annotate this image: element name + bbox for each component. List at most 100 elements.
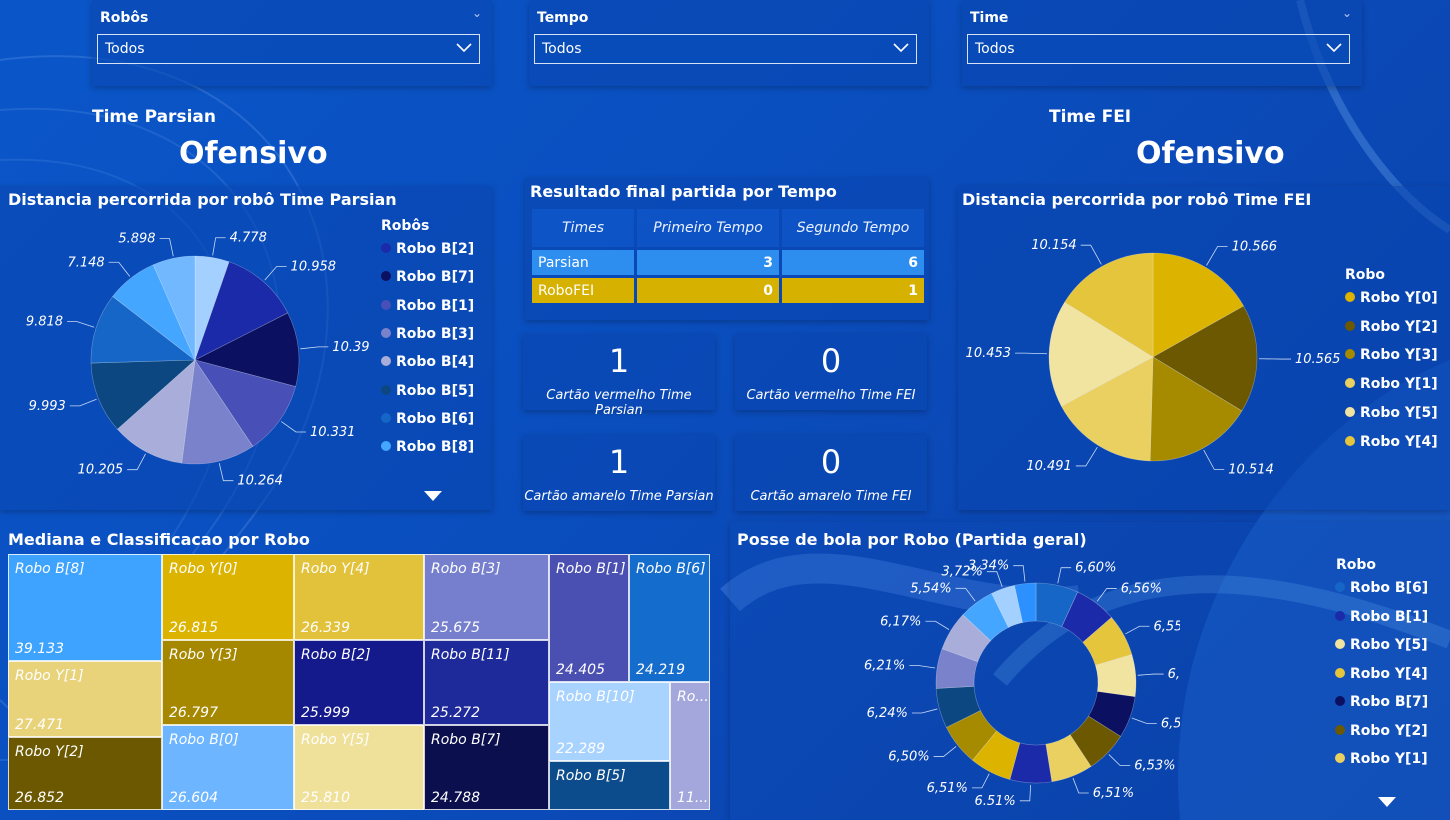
- treemap-tile[interactable]: Robo B[7] 24.788: [424, 725, 549, 810]
- tile-value: 39.133: [15, 641, 64, 657]
- data-label: 6,17%: [880, 614, 921, 629]
- result-second: 6: [782, 250, 924, 275]
- dropdown-value: Todos: [975, 41, 1015, 57]
- card-caption: Cartão amarelo Time FEI: [750, 489, 912, 504]
- legend-item[interactable]: Robo Y[2]: [1345, 319, 1438, 335]
- legend-item[interactable]: Robo B[7]: [1335, 694, 1428, 710]
- card-value: 1: [608, 443, 630, 481]
- legend-item[interactable]: Robo B[7]: [381, 269, 474, 285]
- parsian-legend-title: Robôs: [381, 218, 430, 234]
- treemap-tile[interactable]: Robo B[3] 25.675: [424, 554, 549, 640]
- legend-item[interactable]: Robo Y[1]: [1345, 376, 1438, 392]
- treemap-tile[interactable]: Robo B[1] 24.405: [549, 554, 629, 682]
- results-title: Resultado final partida por Tempo: [530, 182, 837, 201]
- legend-dot-icon: [1345, 378, 1355, 389]
- legend-item[interactable]: Robo Y[0]: [1345, 290, 1438, 306]
- treemap-tile[interactable]: Robo B[6] 24.219: [629, 554, 710, 682]
- data-label: 6,51%: [1093, 786, 1134, 801]
- legend-label: Robo B[6]: [1350, 580, 1429, 596]
- result-team: Parsian: [532, 250, 634, 275]
- legend-dot-icon: [1335, 667, 1345, 678]
- data-label: 3,34%: [968, 559, 1009, 574]
- treemap-tile[interactable]: Robo B[5]: [549, 761, 670, 810]
- legend-item[interactable]: Robo Y[5]: [1345, 405, 1438, 421]
- data-label: 6,55%: [1168, 667, 1180, 682]
- data-label: 6,56%: [1121, 582, 1162, 597]
- card-yellow-parsian: 1 Cartão amarelo Time Parsian: [523, 435, 715, 511]
- fei-distance-pie-chart: 10.566 10.565 10.514 10.491 10.453 10.154: [966, 238, 1340, 477]
- legend-item[interactable]: Robo Y[1]: [1335, 751, 1428, 767]
- dropdown-value: Todos: [542, 41, 582, 57]
- legend-item[interactable]: Robo B[1]: [1335, 609, 1428, 625]
- legend-item[interactable]: Robo B[2]: [381, 241, 474, 257]
- result-team: RoboFEI: [532, 278, 634, 303]
- treemap-tile[interactable]: Robo Y[4] 26.339: [294, 554, 424, 640]
- robos-dropdown[interactable]: Todos: [97, 34, 480, 64]
- caret-down-icon[interactable]: [1378, 797, 1396, 807]
- tile-name: Robo B[0]: [169, 732, 239, 748]
- legend-item[interactable]: Robo Y[4]: [1335, 666, 1428, 682]
- legend-label: Robo B[6]: [396, 410, 475, 427]
- data-label: 10.565: [1295, 352, 1340, 367]
- legend-label: Robo Y[1]: [1360, 376, 1438, 393]
- treemap-tile[interactable]: Robo B[8] 39.133: [8, 554, 162, 661]
- legend-item[interactable]: Robo B[4]: [381, 354, 474, 370]
- treemap-tile[interactable]: Robo B[11] 25.272: [424, 640, 549, 725]
- legend-item[interactable]: Robo B[6]: [381, 411, 474, 427]
- treemap-tile[interactable]: Robo Y[2] 26.852: [8, 737, 162, 810]
- legend-label: Robo Y[4]: [1350, 665, 1428, 682]
- treemap-tile[interactable]: Robo B[2] 25.999: [294, 640, 424, 725]
- leader-line: [1013, 565, 1026, 582]
- treemap-tile[interactable]: Ro... 11...: [670, 682, 710, 810]
- treemap-tile[interactable]: Robo Y[0] 26.815: [162, 554, 294, 640]
- legend-item[interactable]: Robo Y[5]: [1335, 637, 1428, 653]
- time-dropdown[interactable]: Todos: [967, 34, 1350, 64]
- legend-dot-icon: [1335, 724, 1345, 735]
- legend-dot-icon: [1335, 696, 1345, 706]
- chevron-down-icon[interactable]: ⌄: [472, 6, 482, 20]
- legend-item[interactable]: Robo B[8]: [381, 439, 474, 455]
- caret-down-icon[interactable]: [424, 491, 442, 501]
- legend-item[interactable]: Robo Y[2]: [1335, 723, 1428, 739]
- slicer-title: Time: [970, 10, 1009, 26]
- chevron-down-icon[interactable]: ⌄: [1342, 6, 1352, 20]
- treemap-tile[interactable]: Robo Y[3] 26.797: [162, 640, 294, 725]
- leader-line: [1203, 449, 1225, 470]
- tile-value: 25.810: [301, 790, 350, 806]
- tempo-dropdown[interactable]: Todos: [534, 34, 917, 64]
- legend-dot-icon: [1345, 292, 1355, 302]
- header-segundo: Segundo Tempo: [782, 209, 924, 247]
- legend-label: Robo B[4]: [396, 354, 475, 371]
- treemap-tile[interactable]: Robo B[10] 22.289: [549, 682, 670, 761]
- posse-de-bola-donut-chart: 6,60%6,56%6,55%6,55%6,55%6,53%6,51%6,51%…: [864, 559, 1180, 805]
- legend-item[interactable]: Robo Y[3]: [1345, 347, 1438, 363]
- results-row-robofei: RoboFEI 0 1: [532, 278, 924, 303]
- legend-item[interactable]: Robo B[5]: [381, 383, 474, 399]
- legend-label: Robo Y[4]: [1360, 433, 1438, 450]
- left-team-name: Time Parsian: [92, 107, 216, 127]
- tile-name: Robo B[7]: [431, 732, 501, 748]
- treemap-tile[interactable]: Robo Y[1] 27.471: [8, 661, 162, 737]
- legend-label: Robo B[8]: [396, 439, 475, 456]
- data-label: 5,54%: [910, 581, 951, 596]
- legend-label: Robo Y[3]: [1360, 347, 1438, 364]
- tile-value: 25.999: [301, 705, 350, 721]
- legend-item[interactable]: Robo B[1]: [381, 298, 474, 314]
- leader-line: [1125, 625, 1150, 635]
- right-team-name: Time FEI: [1049, 107, 1132, 127]
- legend-dot-icon: [381, 441, 391, 452]
- treemap-title: Mediana e Classificacao por Robo: [8, 530, 310, 549]
- legend-dot-icon: [381, 243, 391, 253]
- treemap-tile[interactable]: Robo Y[5] 25.810: [294, 725, 424, 810]
- legend-label: Robo B[5]: [396, 382, 475, 399]
- tile-value: 24.219: [636, 662, 685, 678]
- legend-item[interactable]: Robo Y[4]: [1345, 434, 1438, 450]
- legend-dot-icon: [381, 384, 391, 395]
- card-red-fei: 0 Cartão vermelho Time FEI: [735, 334, 927, 410]
- leader-line: [933, 746, 957, 757]
- card-yellow-fei: 0 Cartão amarelo Time FEI: [735, 435, 927, 511]
- legend-item[interactable]: Robo B[3]: [381, 326, 474, 342]
- legend-item[interactable]: Robo B[6]: [1335, 580, 1428, 596]
- data-label: 6,51%: [974, 794, 1015, 805]
- treemap-tile[interactable]: Robo B[0] 26.604: [162, 725, 294, 810]
